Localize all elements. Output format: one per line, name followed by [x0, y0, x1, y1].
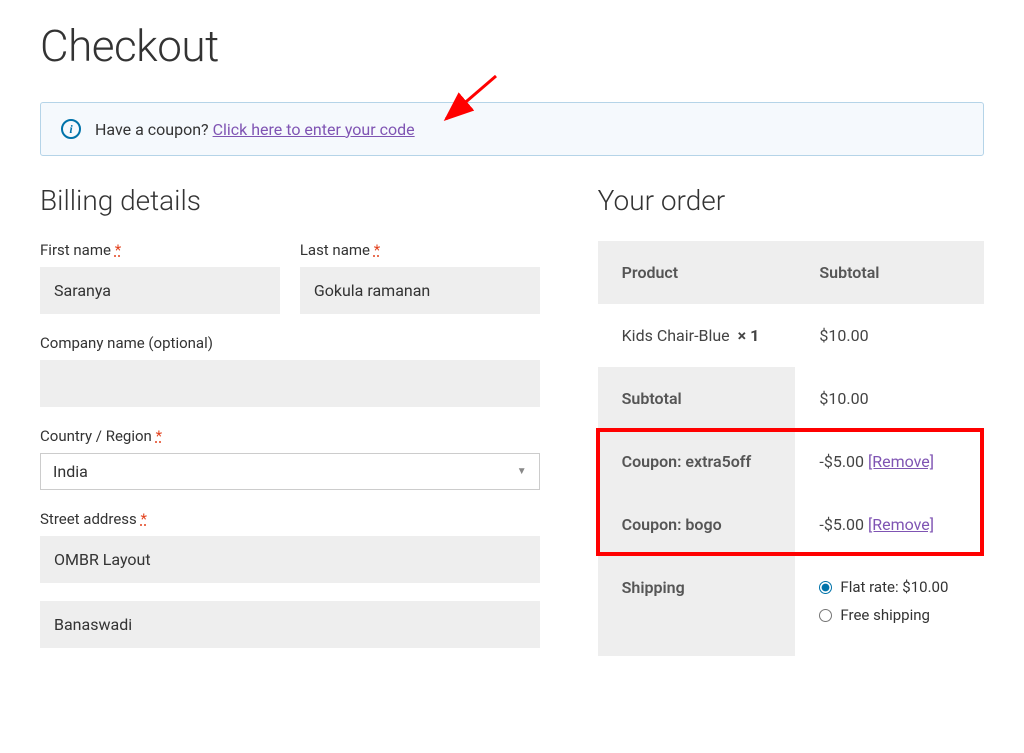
order-item-row: Kids Chair-Blue × 1 $10.00 [598, 304, 984, 367]
required-marker: * [156, 427, 162, 445]
info-icon: i [61, 119, 81, 139]
order-section: Your order Product Subtotal Kids Chair-B… [598, 184, 984, 668]
order-col-product: Product [598, 241, 796, 304]
company-label: Company name (optional) [40, 334, 540, 352]
order-table: Product Subtotal Kids Chair-Blue × 1 $10… [598, 241, 984, 656]
last-name-input[interactable] [300, 267, 540, 314]
coupon-amount: -$5.00 [819, 515, 864, 534]
street-input-1[interactable] [40, 536, 540, 583]
subtotal-label: Subtotal [598, 367, 796, 430]
first-name-input[interactable] [40, 267, 280, 314]
required-marker: * [115, 241, 121, 259]
coupon-prompt: Have a coupon? [95, 120, 213, 139]
remove-coupon-link[interactable]: [Remove] [868, 452, 934, 471]
billing-heading: Billing details [40, 184, 540, 217]
last-name-label: Last name * [300, 241, 540, 259]
required-marker: * [374, 241, 380, 259]
coupon-label: Coupon: extra5off [598, 430, 796, 493]
first-name-label: First name * [40, 241, 280, 259]
coupon-toggle-link[interactable]: Click here to enter your code [213, 120, 415, 139]
street-input-2[interactable] [40, 601, 540, 648]
shipping-radio-flat[interactable] [819, 581, 832, 594]
shipping-radio-free[interactable] [819, 609, 832, 622]
coupon-notice: i Have a coupon? Click here to enter you… [40, 102, 984, 156]
page-title: Checkout [40, 20, 984, 72]
required-marker: * [141, 510, 147, 528]
country-select[interactable]: India ▼ [40, 453, 540, 490]
order-item-qty: × 1 [738, 326, 760, 345]
country-label: Country / Region * [40, 427, 540, 445]
street-label: Street address * [40, 510, 540, 528]
shipping-option[interactable]: Flat rate: $10.00 [819, 578, 960, 596]
order-item-name: Kids Chair-Blue [622, 326, 730, 345]
chevron-down-icon: ▼ [517, 466, 527, 477]
arrow-annotation-icon [436, 71, 506, 131]
coupon-amount: -$5.00 [819, 452, 864, 471]
subtotal-value: $10.00 [795, 367, 984, 430]
billing-section: Billing details First name * Last name *… [40, 184, 540, 668]
company-input[interactable] [40, 360, 540, 407]
country-value: India [53, 462, 88, 481]
order-item-subtotal: $10.00 [795, 304, 984, 367]
remove-coupon-link[interactable]: [Remove] [868, 515, 934, 534]
shipping-option[interactable]: Free shipping [819, 606, 960, 624]
shipping-option-label: Free shipping [840, 606, 930, 624]
order-heading: Your order [598, 184, 984, 217]
shipping-option-label: Flat rate: $10.00 [840, 578, 948, 596]
coupon-label: Coupon: bogo [598, 493, 796, 556]
order-col-subtotal: Subtotal [795, 241, 984, 304]
shipping-label: Shipping [598, 556, 796, 656]
